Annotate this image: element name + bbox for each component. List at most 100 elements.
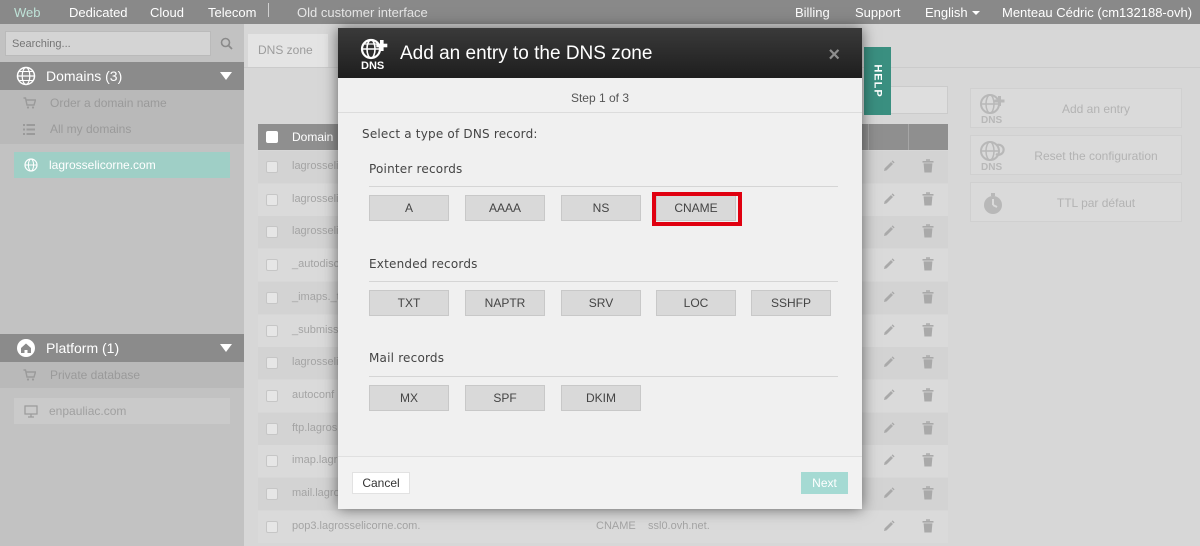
reset-configuration-button[interactable]: DNS Reset the configuration (970, 135, 1182, 175)
dialog-instructions: Select a type of DNS record: (362, 127, 538, 141)
default-ttl-button[interactable]: TTL par défaut (970, 182, 1182, 222)
record-type-sshfp-button[interactable]: SSHFP (751, 290, 831, 316)
list-icon (22, 122, 36, 136)
nav-support[interactable]: Support (855, 5, 901, 20)
help-tab[interactable]: HELP (864, 47, 891, 115)
home-icon (16, 338, 36, 358)
row-domain: autoconf (292, 388, 335, 401)
record-type-txt-button[interactable]: TXT (369, 290, 449, 316)
nav-old-customer-interface[interactable]: Old customer interface (297, 5, 428, 20)
collapse-triangle-icon[interactable] (220, 344, 232, 352)
next-button[interactable]: Next (801, 472, 848, 494)
close-icon[interactable]: × (828, 44, 840, 67)
trash-icon[interactable] (922, 388, 934, 405)
tab-dns-zone[interactable]: DNS zone (248, 34, 328, 68)
column-divider (908, 124, 909, 150)
cancel-button[interactable]: Cancel (352, 472, 410, 494)
add-entry-button[interactable]: DNS Add an entry (970, 88, 1182, 128)
pencil-icon[interactable] (882, 160, 895, 176)
row-checkbox[interactable] (266, 324, 278, 337)
nav-cloud[interactable]: Cloud (150, 5, 184, 20)
row-checkbox[interactable] (266, 422, 278, 435)
row-checkbox[interactable] (266, 291, 278, 304)
record-type-aaaa-button[interactable]: AAAA (465, 195, 545, 221)
record-type-srv-button[interactable]: SRV (561, 290, 641, 316)
pencil-icon[interactable] (882, 520, 895, 536)
trash-icon[interactable] (922, 453, 934, 470)
row-checkbox[interactable] (266, 455, 278, 468)
record-type-naptr-button[interactable]: NAPTR (465, 290, 545, 316)
private-database-link[interactable]: Private database (0, 362, 244, 388)
dialog-title: Add an entry to the DNS zone (400, 43, 653, 64)
pencil-icon[interactable] (882, 323, 895, 340)
row-checkbox[interactable] (266, 259, 278, 272)
language-label: English (925, 4, 968, 20)
nav-billing[interactable]: Billing (795, 5, 830, 20)
language-selector[interactable]: English (925, 5, 980, 20)
trash-icon[interactable] (922, 355, 934, 372)
account-menu[interactable]: Menteau Cédric (cm132188-ovh) (1002, 5, 1192, 20)
trash-icon[interactable] (922, 191, 934, 209)
selected-domain-item[interactable]: lagrosselicorne.com (14, 152, 230, 178)
select-all-checkbox[interactable] (266, 131, 278, 143)
svg-text:DNS: DNS (981, 162, 1002, 172)
trash-icon[interactable] (922, 257, 934, 274)
row-checkbox[interactable] (266, 357, 278, 370)
dns-add-icon: DNS (980, 94, 1005, 125)
dns-reset-icon: DNS (980, 141, 1005, 172)
pencil-icon[interactable] (882, 389, 895, 405)
search-input[interactable] (5, 31, 211, 56)
record-type-dkim-button[interactable]: DKIM (561, 385, 641, 411)
step-indicator: Step 1 of 3 (570, 91, 630, 105)
all-domains-link[interactable]: All my domains (0, 116, 244, 142)
trash-icon[interactable] (922, 486, 934, 503)
nav-telecom[interactable]: Telecom (208, 5, 256, 20)
row-type: CNAME (596, 519, 636, 532)
all-domains-label: All my domains (50, 122, 132, 136)
platform-section-header[interactable]: Platform (1) (0, 334, 244, 362)
trash-icon[interactable] (922, 322, 934, 340)
trash-icon[interactable] (922, 159, 934, 176)
platform-domain-item[interactable]: enpauliac.com (14, 398, 230, 424)
row-checkbox[interactable] (266, 520, 278, 533)
filter-input[interactable] (884, 86, 948, 114)
pencil-icon[interactable] (882, 421, 895, 438)
order-domain-label: Order a domain name (50, 96, 167, 110)
record-type-mx-button[interactable]: MX (369, 385, 449, 411)
row-checkbox[interactable] (266, 488, 278, 500)
nav-dedicated[interactable]: Dedicated (69, 5, 128, 20)
row-domain: imap.lagr (292, 454, 338, 467)
record-type-ns-button[interactable]: NS (561, 195, 641, 221)
pencil-icon[interactable] (882, 225, 895, 241)
row-checkbox[interactable] (266, 161, 278, 173)
trash-icon[interactable] (922, 290, 934, 307)
platform-domain-label: enpauliac.com (49, 404, 127, 418)
row-checkbox[interactable] (266, 226, 278, 239)
pencil-icon[interactable] (882, 487, 895, 503)
row-target: ssl0.ovh.net. (648, 519, 710, 532)
row-checkbox[interactable] (266, 193, 278, 206)
pencil-icon[interactable] (882, 193, 895, 209)
domains-section-header[interactable]: Domains (3) (0, 62, 244, 90)
pencil-icon[interactable] (882, 454, 895, 470)
collapse-triangle-icon[interactable] (220, 72, 232, 80)
column-header-domain[interactable]: Domain (292, 130, 333, 144)
order-domain-link[interactable]: Order a domain name (0, 90, 244, 116)
trash-icon[interactable] (922, 224, 934, 241)
row-checkbox[interactable] (266, 389, 278, 402)
nav-web[interactable]: Web (14, 5, 41, 20)
record-type-loc-button[interactable]: LOC (656, 290, 736, 316)
record-type-spf-button[interactable]: SPF (465, 385, 545, 411)
stopwatch-icon (984, 193, 1002, 214)
trash-icon[interactable] (922, 420, 934, 438)
help-label: HELP (871, 64, 884, 98)
trash-icon[interactable] (922, 518, 934, 536)
record-type-a-button[interactable]: A (369, 195, 449, 221)
mail-records-title: Mail records (369, 351, 445, 365)
search-button[interactable] (213, 31, 239, 56)
top-navigation-bar: Web Dedicated Cloud Telecom Old customer… (0, 0, 1200, 24)
pencil-icon[interactable] (882, 291, 895, 307)
pencil-icon[interactable] (882, 356, 895, 372)
pencil-icon[interactable] (882, 258, 895, 274)
cart-icon (22, 368, 36, 382)
